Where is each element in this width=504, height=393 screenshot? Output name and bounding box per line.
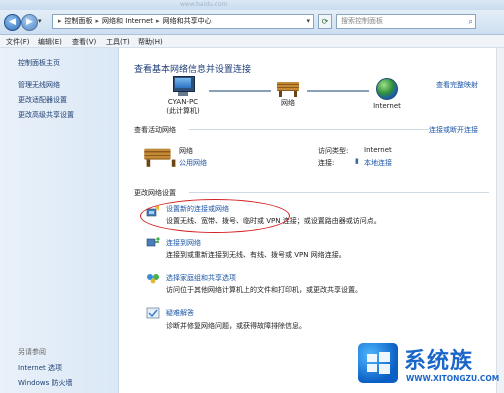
active-network-bench-icon xyxy=(143,144,179,173)
network-bench-icon xyxy=(276,78,300,98)
titlebar-ghost-url: www.baidu.com xyxy=(180,1,228,8)
computer-icon xyxy=(170,76,196,98)
window-titlebar: www.baidu.com xyxy=(0,0,504,10)
menu-edit[interactable]: 编辑(E) xyxy=(38,37,62,47)
sidebar-item-manage-wireless[interactable]: 管理无线网络 xyxy=(18,80,60,90)
troubleshoot-icon xyxy=(146,307,160,319)
folder-icon: ▸ xyxy=(58,17,62,25)
task-homegroup-sharing-desc: 访问位于其他网络计算机上的文件和打印机，或更改共享设置。 xyxy=(166,286,362,294)
watermark-logo: 系统族 WWW.XITONGZU.COM xyxy=(354,337,504,393)
menu-tools[interactable]: 工具(T) xyxy=(106,37,130,47)
menu-file[interactable]: 文件(F) xyxy=(6,37,30,47)
refresh-button[interactable]: ⟳ xyxy=(318,14,332,29)
task-troubleshoot[interactable]: 疑难解答 xyxy=(166,308,194,318)
breadcrumb-network-internet[interactable]: 网络和 Internet xyxy=(102,17,153,25)
refresh-icon: ⟳ xyxy=(321,17,329,26)
map-node-internet[interactable]: Internet xyxy=(369,78,405,110)
access-type-value: Internet xyxy=(364,146,392,154)
network-node-label: 网络 xyxy=(281,99,295,107)
watermark-text: 系统族 xyxy=(404,349,474,374)
task-homegroup-sharing[interactable]: 选择家庭组和共享选项 xyxy=(166,273,236,283)
map-node-network[interactable]: 网络 xyxy=(271,78,305,108)
menu-bar: 文件(F) 编辑(E) 查看(V) 工具(T) 帮助(H) xyxy=(0,35,504,48)
change-settings-heading: 更改网络设置 xyxy=(134,189,176,197)
access-type-label: 访问类型: xyxy=(318,147,349,155)
view-full-map-link[interactable]: 查看完整映射 xyxy=(436,80,478,90)
windows-logo-icon xyxy=(358,343,398,383)
active-network-type-link[interactable]: 公用网络 xyxy=(179,158,207,168)
homegroup-icon xyxy=(146,272,160,284)
sidebar-item-windows-firewall[interactable]: Windows 防火墙 xyxy=(18,378,72,388)
breadcrumb-control-panel[interactable]: 控制面板 xyxy=(65,17,93,25)
computer-subtitle: (此计算机) xyxy=(166,107,200,115)
sidebar-item-internet-options[interactable]: Internet 选项 xyxy=(18,363,62,373)
breadcrumb-network-sharing-center[interactable]: 网络和共享中心 xyxy=(163,17,212,25)
see-also-heading: 另请参阅 xyxy=(18,348,46,356)
address-dropdown-icon[interactable]: ▾ xyxy=(306,15,310,28)
connection-label: 连接: xyxy=(318,159,335,167)
sidebar-item-control-panel-home[interactable]: 控制面板主页 xyxy=(18,58,60,68)
connect-disconnect-link[interactable]: 连接或断开连接 xyxy=(429,125,478,135)
internet-node-label: Internet xyxy=(373,102,401,110)
connection-adapter-icon: ▮ xyxy=(355,157,359,165)
sidebar-item-advanced-sharing[interactable]: 更改高级共享设置 xyxy=(18,110,74,120)
arrow-right-icon: ▶ xyxy=(26,17,33,27)
sidebar: 控制面板主页 管理无线网络 更改适配器设置 更改高级共享设置 另请参阅 Inte… xyxy=(0,48,119,393)
search-placeholder: 搜索控制面板 xyxy=(341,17,383,25)
address-bar: ◀ ▶ ▾ ▸ 控制面板 ▸ 网络和 Internet ▸ 网络和共享中心 ▾ ⟳ 搜索控… xyxy=(0,10,504,35)
address-input[interactable]: ▸ 控制面板 ▸ 网络和 Internet ▸ 网络和共享中心 ▾ xyxy=(52,14,314,29)
active-network-name: 网络 xyxy=(179,147,193,155)
recent-pages-dropdown-icon[interactable]: ▾ xyxy=(38,17,42,25)
page-title: 查看基本网络信息并设置连接 xyxy=(134,65,252,75)
map-link-line-1 xyxy=(209,90,271,92)
search-icon[interactable]: ⌕ xyxy=(469,15,473,28)
active-networks-heading: 查看活动网络 xyxy=(134,126,176,134)
search-input[interactable]: 搜索控制面板 ⌕ xyxy=(336,14,476,29)
back-button[interactable]: ◀ xyxy=(4,14,21,31)
connect-network-icon xyxy=(146,236,160,248)
menu-help[interactable]: 帮助(H) xyxy=(138,37,163,47)
map-link-line-2 xyxy=(307,90,369,92)
forward-button[interactable]: ▶ xyxy=(21,14,38,31)
map-node-computer[interactable]: CYAN-PC (此计算机) xyxy=(159,76,207,116)
watermark-url: WWW.XITONGZU.COM xyxy=(406,374,500,383)
globe-icon xyxy=(376,78,398,100)
arrow-left-icon: ◀ xyxy=(9,17,16,27)
local-connection-link[interactable]: 本地连接 xyxy=(364,158,392,168)
computer-name: CYAN-PC xyxy=(167,98,199,106)
highlight-oval xyxy=(140,199,290,233)
sidebar-item-change-adapter[interactable]: 更改适配器设置 xyxy=(18,95,67,105)
task-connect-to-network[interactable]: 连接到网络 xyxy=(166,238,201,248)
task-troubleshoot-desc: 诊断并修复网络问题，或获得故障排除信息。 xyxy=(166,322,306,330)
menu-view[interactable]: 查看(V) xyxy=(72,37,96,47)
task-connect-to-network-desc: 连接到或重新连接到无线、有线、拨号或 VPN 网络连接。 xyxy=(166,251,346,259)
